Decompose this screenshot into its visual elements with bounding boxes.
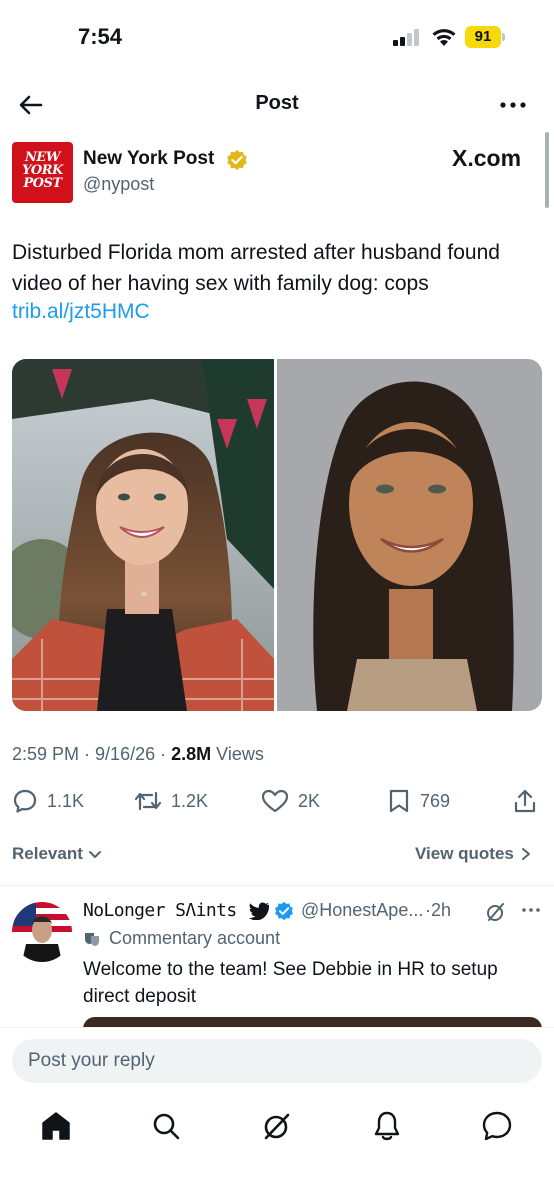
reply-author-name[interactable]: NoLonger SΛints (83, 900, 237, 921)
verified-gold-icon[interactable] (226, 149, 248, 171)
relevant-label: Relevant (12, 844, 83, 863)
chevron-down-icon (88, 851, 101, 858)
share-icon (514, 789, 536, 813)
status-time: 7:54 (78, 24, 123, 49)
views-count[interactable]: 2.8M (171, 744, 211, 764)
messages-icon[interactable] (479, 1108, 515, 1144)
reply-input[interactable]: Post your reply (12, 1039, 542, 1083)
grok-icon[interactable] (484, 900, 508, 924)
more-icon[interactable] (521, 905, 541, 915)
reply-avatar[interactable] (12, 902, 72, 962)
bottom-tab-bar (0, 1104, 554, 1148)
reply-text: Welcome to the team! See Debbie in HR to… (83, 959, 498, 1007)
tweet-text: Disturbed Florida mom arrested after hus… (12, 241, 500, 295)
media-photo-selfie[interactable] (12, 359, 274, 711)
tweet-media[interactable] (12, 359, 542, 711)
divider (0, 885, 554, 886)
theater-masks-icon (85, 932, 99, 946)
tweet-meta: 2:59 PM · 9/16/26 · 2.8M Views (12, 744, 264, 764)
tweet-actions: 1.1K 1.2K 2K 769 (0, 786, 554, 816)
view-quotes-link[interactable]: View quotes (415, 844, 532, 864)
more-icon[interactable] (496, 92, 530, 118)
wifi-icon (432, 29, 456, 46)
share-button[interactable] (512, 786, 538, 816)
reply-time: ·2h (425, 900, 452, 920)
x-com-logo: X.com (452, 145, 522, 171)
like-icon (261, 789, 289, 813)
verified-blue-icon[interactable] (274, 901, 294, 921)
reply-button[interactable]: 1.1K (12, 786, 84, 816)
author-avatar[interactable]: NEW YORK POST (12, 142, 73, 203)
bookmark-count: 769 (420, 790, 451, 811)
view-quotes-label: View quotes (415, 844, 514, 863)
cellular-signal-icon (393, 28, 423, 46)
like-count: 2K (298, 790, 321, 811)
tweet-time: 2:59 PM (12, 744, 80, 764)
search-icon[interactable] (148, 1108, 184, 1144)
top-navbar: Post (0, 80, 554, 130)
reply-icon (13, 789, 37, 813)
like-button[interactable]: 2K (261, 786, 320, 816)
page-title: Post (255, 92, 299, 114)
reply-count: 1.1K (47, 790, 85, 811)
tweet-date: 9/16/26 (95, 744, 156, 764)
chevron-right-icon (521, 848, 530, 860)
home-icon[interactable] (38, 1108, 74, 1144)
author-handle[interactable]: @nypost (83, 174, 154, 195)
battery-tip (502, 33, 505, 41)
repost-icon (134, 791, 162, 811)
commentary-account-label: Commentary account (83, 928, 280, 949)
views-label: Views (216, 744, 264, 764)
bookmark-icon (389, 789, 409, 813)
bird-emoji-icon (248, 902, 270, 920)
tweet-link[interactable]: trib.al/jzt5HMC (12, 300, 150, 324)
scrollbar[interactable] (545, 132, 549, 208)
repost-count: 1.2K (171, 790, 209, 811)
status-bar: 7:54 91 (0, 0, 554, 70)
media-photo-mugshot[interactable] (277, 359, 542, 711)
notifications-icon[interactable] (369, 1108, 405, 1144)
author-name[interactable]: New York Post (83, 148, 214, 170)
sort-relevant-dropdown[interactable]: Relevant (12, 844, 103, 864)
battery-indicator: 91 (465, 26, 501, 48)
grok-icon[interactable] (259, 1108, 295, 1144)
bookmark-button[interactable]: 769 (387, 786, 450, 816)
repost-button[interactable]: 1.2K (134, 786, 208, 816)
reply-handle[interactable]: @HonestApe... (301, 900, 423, 921)
